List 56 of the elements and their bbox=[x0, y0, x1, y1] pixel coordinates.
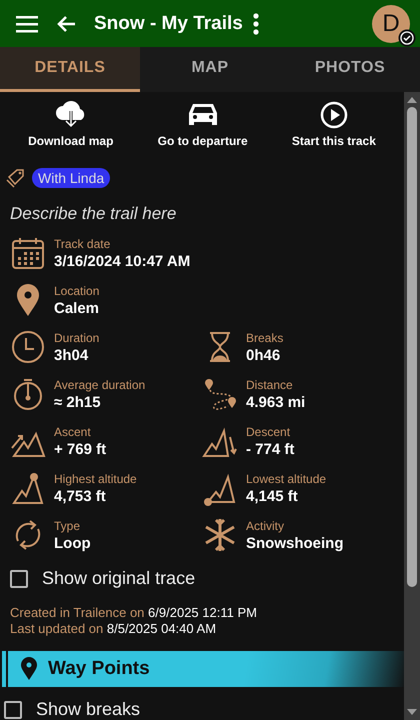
detail-label: Duration bbox=[54, 330, 100, 344]
detail-value: Calem bbox=[54, 300, 100, 316]
detail-value: Snowshoeing bbox=[246, 534, 344, 552]
screen-title: Snow - My Trails bbox=[94, 12, 243, 34]
detail-label: Activity bbox=[246, 518, 286, 532]
detail-value: ≈ 2h15 bbox=[54, 394, 102, 410]
detail-value: 4.963 mi bbox=[246, 394, 306, 410]
scrollbar[interactable] bbox=[404, 92, 420, 720]
tab[interactable]: MAP bbox=[140, 47, 280, 92]
detail-label: Distance bbox=[246, 378, 294, 392]
detail-value: 4,145 ft bbox=[246, 488, 299, 504]
tag-chip[interactable]: With Linda bbox=[32, 168, 110, 188]
created-label: Created in Trailence on bbox=[10, 605, 144, 620]
location-pin-icon bbox=[20, 657, 38, 681]
detail-value: 0h46 bbox=[246, 346, 282, 364]
detail-label: Location bbox=[54, 284, 100, 298]
updated-date: 8/5/2025 04:40 AM bbox=[106, 621, 216, 636]
scroll-thumb[interactable] bbox=[407, 107, 417, 587]
detail-label: Average duration bbox=[54, 378, 146, 392]
tab[interactable]: PHOTOS bbox=[280, 47, 420, 92]
detail-value: + 769 ft bbox=[54, 440, 106, 458]
detail-value: 3h04 bbox=[54, 346, 90, 364]
created-date: 6/9/2025 12:11 PM bbox=[148, 605, 257, 620]
trail-description[interactable]: Describe the trail here bbox=[0, 188, 404, 224]
detail-label: Highest altitude bbox=[54, 472, 137, 486]
detail-value: Loop bbox=[54, 534, 91, 552]
avatar[interactable]: D bbox=[372, 4, 410, 42]
detail-value: 3/16/2024 10:47 AM bbox=[54, 252, 190, 270]
section-header[interactable]: Way Points bbox=[2, 651, 404, 687]
detail-label: Type bbox=[54, 518, 82, 532]
detail-label: Ascent bbox=[54, 424, 92, 438]
detail-label: Descent bbox=[246, 424, 292, 438]
detail-label: Lowest altitude bbox=[246, 472, 326, 486]
more-options-icon[interactable] bbox=[252, 12, 259, 34]
checkbox-label[interactable]: Show breaks bbox=[36, 699, 140, 720]
calendar-icon bbox=[10, 235, 46, 271]
updated-label: Last updated on bbox=[10, 621, 104, 636]
tag-icon bbox=[6, 168, 26, 188]
action-button[interactable]: Start this track bbox=[292, 98, 376, 154]
mountain-peak-icon bbox=[10, 470, 46, 506]
clock-icon bbox=[10, 329, 46, 365]
action-button[interactable]: Download map bbox=[28, 98, 114, 154]
route-icon bbox=[202, 376, 238, 412]
detail-value: 4,753 ft bbox=[54, 488, 107, 504]
checkbox[interactable] bbox=[4, 700, 22, 718]
detail-label: Breaks bbox=[246, 330, 284, 344]
checkbox[interactable] bbox=[10, 570, 28, 588]
scroll-down-icon[interactable] bbox=[407, 709, 417, 716]
back-arrow-icon[interactable] bbox=[56, 14, 76, 32]
scroll-up-icon[interactable] bbox=[407, 96, 417, 103]
checkbox-label[interactable]: Show original trace bbox=[42, 568, 196, 589]
action-button[interactable]: Go to departure bbox=[158, 98, 248, 154]
menu-icon[interactable] bbox=[16, 14, 38, 32]
detail-value: - 774 ft bbox=[246, 440, 294, 458]
tab[interactable]: DETAILS bbox=[0, 47, 140, 92]
detail-label: Track date bbox=[54, 236, 112, 250]
